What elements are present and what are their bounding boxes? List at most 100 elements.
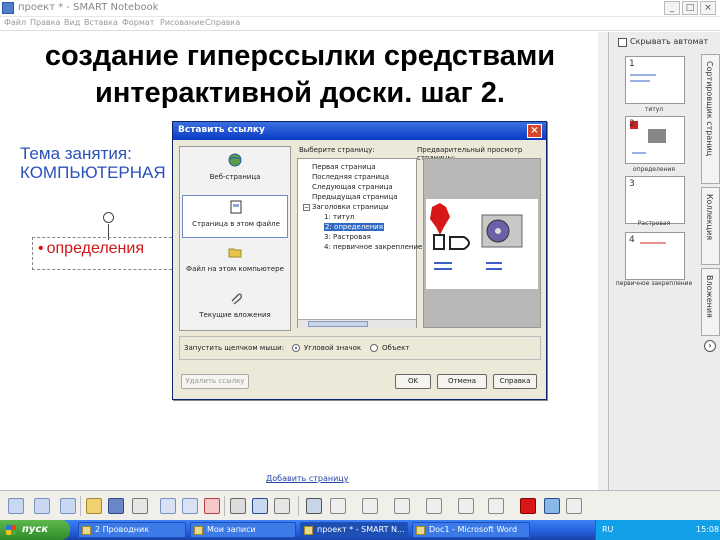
menu-format[interactable]: Формат bbox=[122, 18, 154, 27]
delete-icon[interactable] bbox=[204, 498, 220, 514]
previous-page-icon[interactable] bbox=[8, 498, 24, 514]
page-tree[interactable]: Первая страница Последняя страница Следу… bbox=[297, 158, 422, 328]
definition-bullet: • bbox=[38, 240, 44, 257]
undo-icon[interactable] bbox=[160, 498, 176, 514]
table-icon[interactable] bbox=[274, 498, 290, 514]
ok-button[interactable]: OK bbox=[395, 374, 431, 389]
properties-icon[interactable] bbox=[544, 498, 560, 514]
autohide-checkbox[interactable] bbox=[618, 38, 627, 47]
tree-previous-page[interactable]: Предыдущая страница bbox=[312, 193, 398, 201]
menu-view[interactable]: Вид bbox=[64, 18, 80, 27]
move-toolbar-icon[interactable] bbox=[566, 498, 582, 514]
text-icon[interactable] bbox=[488, 498, 504, 514]
slide-title-line-2: интерактивной доски. шаг 2. bbox=[95, 77, 505, 109]
slide-title: создание гиперссылки средствами интеракт… bbox=[0, 38, 600, 112]
thumb-label-1: титул bbox=[644, 106, 664, 113]
eraser-icon[interactable] bbox=[394, 498, 410, 514]
radio-corner-icon[interactable] bbox=[292, 344, 300, 352]
rotate-handle[interactable] bbox=[103, 212, 114, 223]
paste-icon[interactable] bbox=[132, 498, 148, 514]
menu-draw[interactable]: Рисование bbox=[160, 18, 204, 27]
windows-taskbar: пуск 2 Проводник Мои записи проект * - S… bbox=[0, 520, 720, 540]
redo-icon[interactable] bbox=[182, 498, 198, 514]
canvas-scrollbar[interactable] bbox=[598, 32, 608, 490]
dialog-content: Выберите страницу: Предварительный просм… bbox=[297, 146, 542, 331]
select-pointer-icon[interactable] bbox=[306, 498, 322, 514]
remove-link-button[interactable]: Удалить ссылку bbox=[181, 374, 249, 389]
clock: 15:08 bbox=[696, 525, 720, 534]
option-page-in-file[interactable]: Страница в этом файле bbox=[182, 195, 288, 238]
tree-horizontal-scrollbar[interactable] bbox=[298, 319, 416, 328]
task-explorer[interactable]: 2 Проводник bbox=[78, 522, 186, 538]
creative-pen-icon[interactable] bbox=[362, 498, 378, 514]
menu-help[interactable]: Справка bbox=[205, 18, 240, 27]
page-thumb-2[interactable]: 2 bbox=[625, 116, 685, 164]
menu-edit[interactable]: Правка bbox=[30, 18, 60, 27]
tab-page-sorter[interactable]: Сортировщик страниц bbox=[701, 54, 720, 184]
window-titlebar: проект * - SMART Notebook _ □ × bbox=[0, 0, 720, 17]
insert-link-dialog: Вставить ссылку × Веб-страница Страница … bbox=[172, 121, 547, 400]
panel-collapse-icon[interactable]: › bbox=[704, 340, 716, 352]
thumb-number: 2 bbox=[629, 119, 635, 129]
option-file-on-computer[interactable]: Файл на этом компьютере bbox=[182, 241, 288, 284]
cancel-button[interactable]: Отмена bbox=[437, 374, 487, 389]
open-file-icon[interactable] bbox=[86, 498, 102, 514]
line-icon[interactable] bbox=[426, 498, 442, 514]
add-page-link[interactable]: Добавить страницу bbox=[266, 474, 348, 483]
page-thumb-1[interactable]: 1 bbox=[625, 56, 685, 104]
folder-icon bbox=[228, 248, 242, 258]
fill-color-icon[interactable] bbox=[520, 498, 536, 514]
help-button[interactable]: Справка bbox=[493, 374, 537, 389]
tree-collapse-icon[interactable]: − bbox=[303, 204, 310, 211]
radio-object[interactable] bbox=[370, 344, 378, 352]
option-current-attachments[interactable]: Текущие вложения bbox=[182, 287, 288, 330]
task-smart-notebook[interactable]: проект * - SMART N... bbox=[300, 522, 408, 538]
tree-last-page[interactable]: Последняя страница bbox=[312, 173, 389, 181]
tree-page-1[interactable]: 1: титул bbox=[324, 213, 354, 221]
launch-options: Запустить щелчком мыши: Угловой значок О… bbox=[179, 336, 541, 360]
page-sorter-panel: Скрывать автомат 1 титул 2 определения 3… bbox=[608, 32, 720, 490]
tab-gallery[interactable]: Коллекция bbox=[701, 187, 720, 265]
pen-icon[interactable] bbox=[330, 498, 346, 514]
language-indicator[interactable]: RU bbox=[602, 525, 613, 534]
page-preview bbox=[423, 158, 541, 328]
toolbar-separator bbox=[80, 496, 81, 516]
add-page-icon[interactable] bbox=[60, 498, 76, 514]
close-window-button[interactable]: × bbox=[700, 1, 716, 15]
paperclip-icon bbox=[231, 293, 242, 305]
shapes-icon[interactable] bbox=[458, 498, 474, 514]
task-word[interactable]: Doc1 - Microsoft Word bbox=[412, 522, 530, 538]
maximize-button[interactable]: □ bbox=[682, 1, 698, 15]
tree-page-4[interactable]: 4: первичное закрепление bbox=[324, 243, 422, 251]
tree-first-page[interactable]: Первая страница bbox=[312, 163, 376, 171]
option-label: Страница в этом файле bbox=[192, 220, 280, 228]
tree-page-2-selected[interactable]: 2: определения bbox=[324, 223, 384, 231]
topic-label: Тема занятия: КОМПЬЮТЕРНАЯ bbox=[20, 144, 166, 182]
page-thumb-3[interactable]: 3 bbox=[625, 176, 685, 224]
menu-insert[interactable]: Вставка bbox=[84, 18, 118, 27]
tree-page-3[interactable]: 3: Растровая bbox=[324, 233, 371, 241]
tree-next-page[interactable]: Следующая страница bbox=[312, 183, 393, 191]
scrollbar-thumb[interactable] bbox=[308, 321, 368, 327]
save-icon[interactable] bbox=[108, 498, 124, 514]
task-notes[interactable]: Мои записи bbox=[190, 522, 296, 538]
topic-line-1: Тема занятия: bbox=[20, 144, 132, 163]
start-button[interactable]: пуск bbox=[0, 520, 70, 540]
start-label: пуск bbox=[22, 524, 49, 535]
screen-shade-icon[interactable] bbox=[230, 498, 246, 514]
toolbar-separator bbox=[298, 496, 299, 516]
full-screen-icon[interactable] bbox=[252, 498, 268, 514]
toolbar-separator bbox=[224, 496, 225, 516]
link-type-list: Веб-страница Страница в этом файле Файл … bbox=[179, 146, 291, 331]
tree-page-titles[interactable]: Заголовки страницы bbox=[312, 203, 389, 211]
page-thumb-4[interactable]: 4 bbox=[625, 232, 685, 280]
tab-attachments[interactable]: Вложения bbox=[701, 268, 720, 336]
minimize-button[interactable]: _ bbox=[664, 1, 680, 15]
window-title: проект * - SMART Notebook bbox=[18, 2, 159, 13]
globe-icon bbox=[228, 153, 242, 167]
dialog-close-button[interactable]: × bbox=[527, 124, 542, 138]
next-page-icon[interactable] bbox=[34, 498, 50, 514]
menu-file[interactable]: Файл bbox=[4, 18, 26, 27]
thumb-label-2: определения bbox=[633, 166, 675, 173]
option-web-page[interactable]: Веб-страница bbox=[182, 149, 288, 192]
